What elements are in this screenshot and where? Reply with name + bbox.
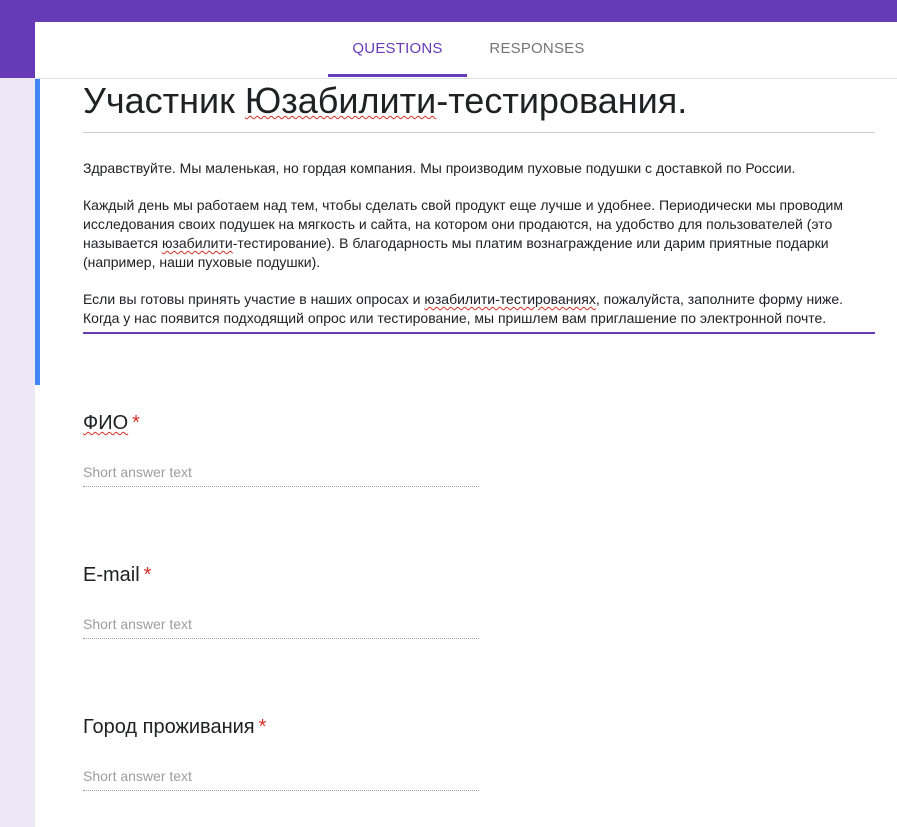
description-misspelled: юзабилити-тестированиях <box>424 291 596 307</box>
tab-responses[interactable]: RESPONSES <box>475 22 599 76</box>
description-text: Если вы готовы принять участие в наших о… <box>83 291 425 307</box>
question-label: Город проживания * <box>83 714 483 740</box>
required-asterisk: * <box>143 564 152 586</box>
question-label: ФИО * <box>83 410 483 436</box>
required-asterisk: * <box>132 412 140 434</box>
question-email[interactable]: E-mail * Short answer text <box>83 562 483 639</box>
question-title: Город проживания <box>83 716 255 738</box>
form-title[interactable]: Участник Юзабилити-тестирования. <box>83 80 875 133</box>
form-title-text-end: -тестирования. <box>436 80 688 121</box>
required-asterisk: * <box>258 716 267 738</box>
form-title-misspelled: Юзабилити <box>244 80 437 121</box>
question-label: E-mail * <box>83 562 483 588</box>
short-answer-field[interactable]: Short answer text <box>83 768 479 791</box>
question-title: E-mail <box>83 564 140 586</box>
description-paragraph-2: Каждый день мы работаем над тем, чтобы с… <box>83 196 875 272</box>
form-editor-card: QUESTIONS RESPONSES Участник Юзабилити-т… <box>35 22 897 827</box>
description-paragraph-1: Здравствуйте. Мы маленькая, но гордая ко… <box>83 160 796 176</box>
active-section-indicator <box>35 79 40 385</box>
short-answer-field[interactable]: Short answer text <box>83 464 479 487</box>
question-city[interactable]: Город проживания * Short answer text <box>83 714 483 791</box>
form-description[interactable]: Здравствуйте. Мы маленькая, но гордая ко… <box>83 159 875 334</box>
short-answer-field[interactable]: Short answer text <box>83 616 479 639</box>
tab-bar: QUESTIONS RESPONSES <box>35 22 897 79</box>
question-title: ФИО <box>83 412 129 434</box>
tab-questions[interactable]: QUESTIONS <box>328 22 467 77</box>
form-title-text: Участник <box>83 80 245 121</box>
description-paragraph-3: Если вы готовы принять участие в наших о… <box>83 290 875 328</box>
question-fio[interactable]: ФИО * Short answer text <box>83 410 483 487</box>
description-misspelled: юзабилити <box>161 235 233 251</box>
